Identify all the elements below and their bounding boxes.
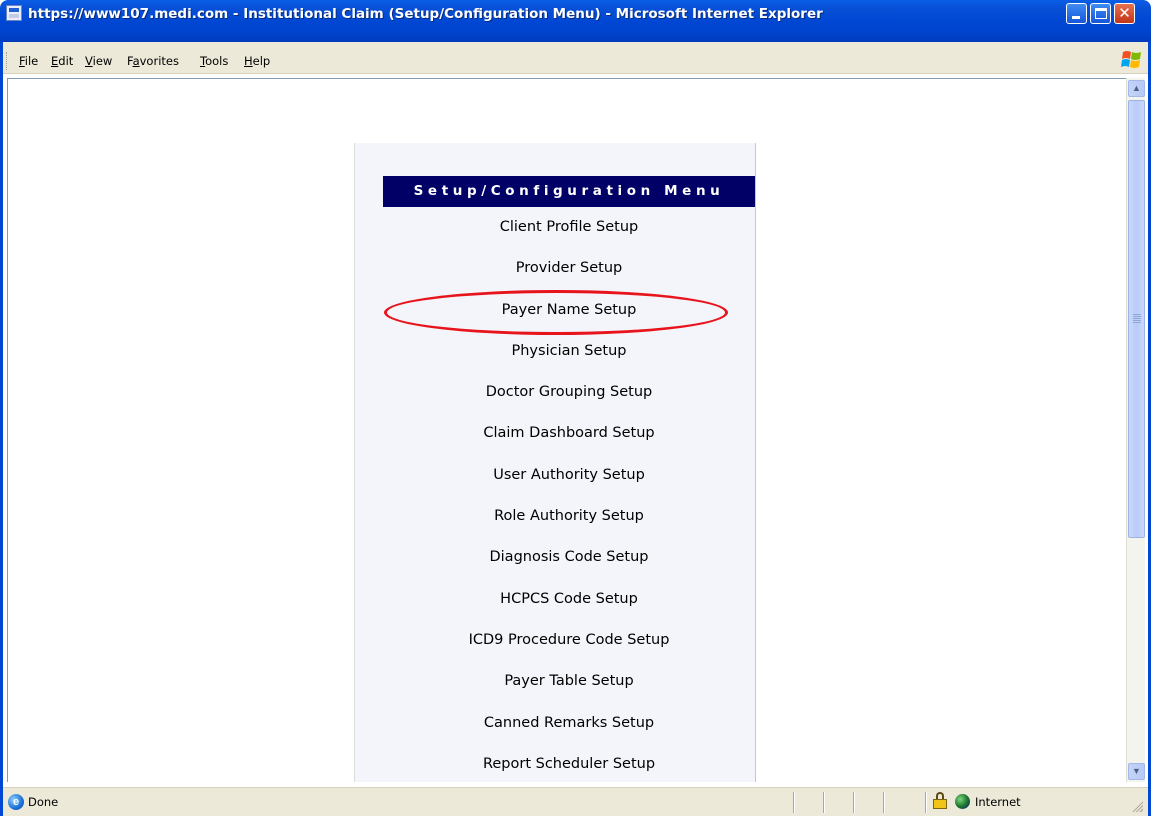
status-divider <box>823 792 825 813</box>
window-frame-left <box>0 42 3 816</box>
minimize-icon <box>1072 16 1080 19</box>
setup-menu-list: Client Profile Setup Provider Setup Paye… <box>383 207 755 785</box>
setup-menu-panel: Setup/Configuration Menu Client Profile … <box>354 143 756 782</box>
menu-link-claim-dashboard-setup[interactable]: Claim Dashboard Setup <box>383 413 755 454</box>
window-title-bar[interactable]: https://www107.medi.com - Institutional … <box>0 0 1151 42</box>
menu-link-payer-name-setup[interactable]: Payer Name Setup <box>383 290 755 331</box>
menu-link-client-profile-setup[interactable]: Client Profile Setup <box>383 207 755 248</box>
menu-link-diagnosis-code-setup[interactable]: Diagnosis Code Setup <box>383 537 755 578</box>
menu-link-icd9-procedure-code-setup[interactable]: ICD9 Procedure Code Setup <box>383 620 755 661</box>
ie-done-icon: e <box>8 794 24 810</box>
scroll-down-button[interactable]: ▼ <box>1128 763 1145 780</box>
menu-link-payer-table-setup[interactable]: Payer Table Setup <box>383 661 755 702</box>
ie-page-icon <box>6 5 22 21</box>
lock-icon[interactable] <box>933 792 947 809</box>
panel-header: Setup/Configuration Menu <box>383 176 755 207</box>
menu-link-physician-setup[interactable]: Physician Setup <box>383 331 755 372</box>
resize-grip-icon[interactable] <box>1131 800 1143 812</box>
maximize-icon <box>1095 8 1107 19</box>
menu-edit[interactable]: Edit <box>51 52 73 70</box>
menu-file[interactable]: File <box>19 52 38 70</box>
menu-link-provider-setup[interactable]: Provider Setup <box>383 248 755 289</box>
menu-link-user-authority-setup[interactable]: User Authority Setup <box>383 455 755 496</box>
status-bar: e Done Internet <box>3 787 1148 816</box>
menu-link-report-scheduler-setup[interactable]: Report Scheduler Setup <box>383 744 755 785</box>
menu-view[interactable]: View <box>85 52 112 70</box>
vertical-scrollbar[interactable]: ▲ ▼ <box>1126 78 1145 782</box>
minimize-button[interactable] <box>1066 3 1087 24</box>
menu-link-role-authority-setup[interactable]: Role Authority Setup <box>383 496 755 537</box>
menu-favorites[interactable]: Favorites <box>127 52 179 70</box>
maximize-button[interactable] <box>1090 3 1111 24</box>
menu-tools[interactable]: Tools <box>200 52 228 70</box>
status-divider <box>925 792 927 813</box>
menu-link-canned-remarks-setup[interactable]: Canned Remarks Setup <box>383 703 755 744</box>
window-title: https://www107.medi.com - Institutional … <box>28 6 823 22</box>
status-divider <box>853 792 855 813</box>
scrollbar-thumb[interactable] <box>1128 100 1145 538</box>
menu-link-hcpcs-code-setup[interactable]: HCPCS Code Setup <box>383 579 755 620</box>
internet-zone-icon <box>955 794 970 809</box>
menu-bar: File Edit View Favorites Tools Help <box>3 48 1148 74</box>
close-icon: ✕ <box>1118 4 1131 22</box>
status-text: Done <box>28 795 59 809</box>
toolbar-grip[interactable] <box>6 52 9 70</box>
windows-logo-icon <box>1121 51 1141 68</box>
menu-link-doctor-grouping-setup[interactable]: Doctor Grouping Setup <box>383 372 755 413</box>
menu-help[interactable]: Help <box>244 52 270 70</box>
close-button[interactable]: ✕ <box>1114 3 1135 24</box>
security-zone-label: Internet <box>975 795 1021 809</box>
scroll-up-button[interactable]: ▲ <box>1128 80 1145 97</box>
scrollbar-grip-icon <box>1133 314 1141 323</box>
status-divider <box>793 792 795 813</box>
status-divider <box>883 792 885 813</box>
